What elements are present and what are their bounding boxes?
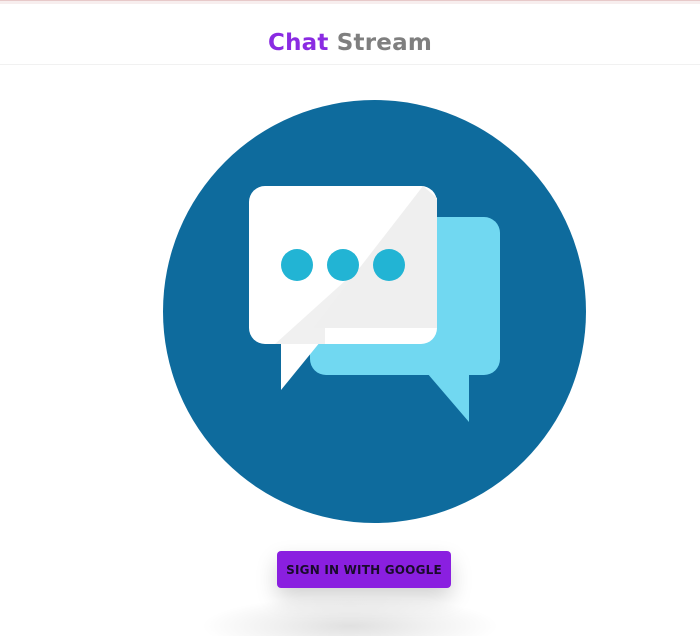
brand-word-stream: Stream bbox=[336, 30, 432, 56]
app-brand: Chat Stream bbox=[0, 32, 700, 55]
app-header: Chat Stream bbox=[0, 4, 700, 65]
button-shadow bbox=[200, 596, 500, 636]
typing-dots-icon bbox=[281, 249, 405, 281]
chat-illustration bbox=[163, 100, 586, 523]
sign-in-with-google-button[interactable]: SIGN IN WITH GOOGLE bbox=[277, 551, 451, 588]
chat-bubbles-icon bbox=[163, 100, 586, 523]
brand-word-chat: Chat bbox=[268, 30, 329, 56]
login-page: Chat Stream SIGN IN WITH GOOGLE bbox=[0, 0, 700, 636]
